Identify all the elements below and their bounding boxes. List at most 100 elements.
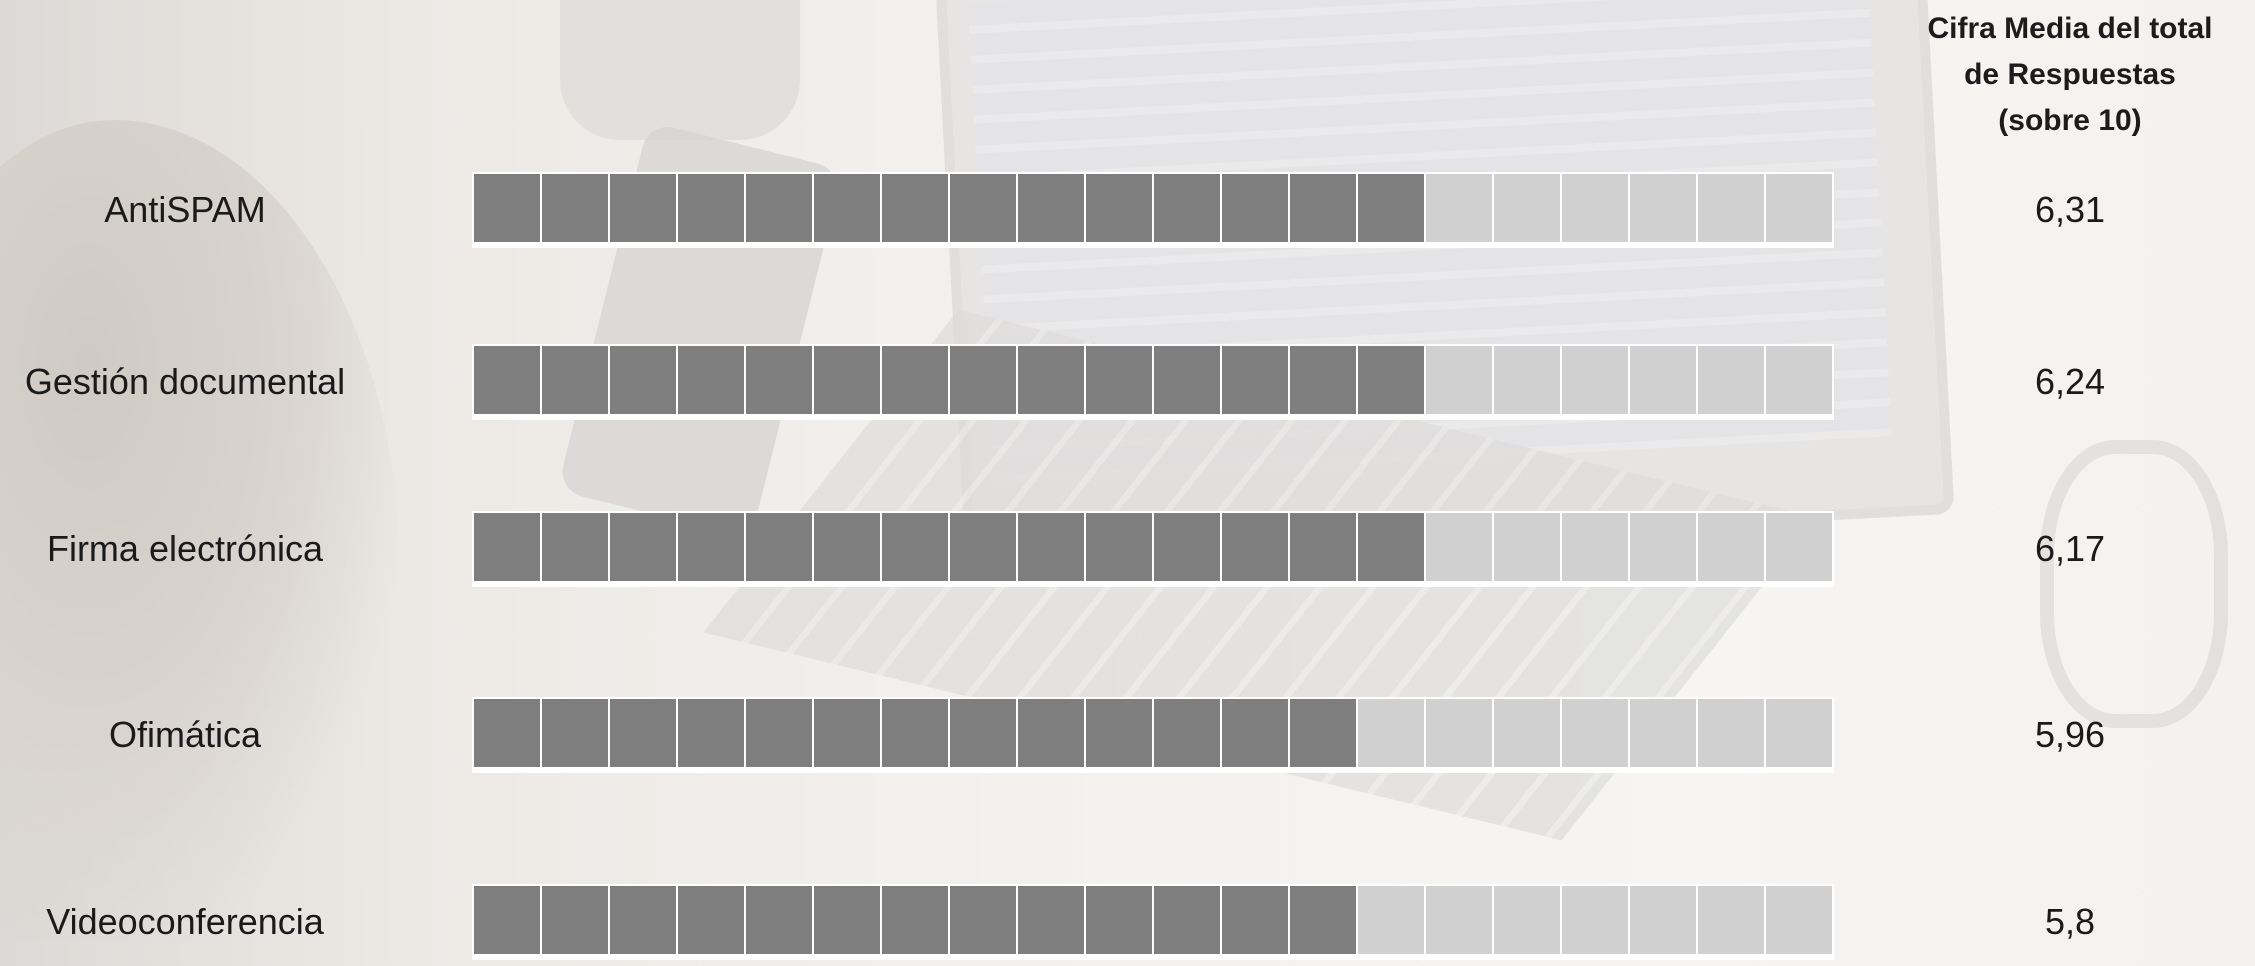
bar-segment-filled bbox=[814, 174, 880, 242]
bar-segment-filled bbox=[746, 174, 812, 242]
bar-segment-filled bbox=[1086, 174, 1152, 242]
bar-segment-filled bbox=[950, 699, 1016, 767]
segmented-bar bbox=[472, 172, 1834, 248]
bar-segment-filled bbox=[882, 174, 948, 242]
value-label: 6,24 bbox=[2034, 361, 2106, 402]
bar-segment-filled bbox=[1222, 699, 1288, 767]
bar-segment-filled bbox=[1018, 346, 1084, 414]
bar-segment-filled bbox=[1222, 346, 1288, 414]
bar-segment-filled bbox=[474, 513, 540, 581]
bar-segment-filled bbox=[1154, 886, 1220, 954]
bar-segment-filled bbox=[882, 886, 948, 954]
bar-segment-filled bbox=[882, 513, 948, 581]
bar-segment-empty bbox=[1562, 886, 1628, 954]
bar-segment-empty bbox=[1766, 346, 1832, 414]
bar-segment-empty bbox=[1630, 513, 1696, 581]
bar-segment-filled bbox=[610, 174, 676, 242]
bar-segment-filled bbox=[1222, 174, 1288, 242]
category-label: Videoconferencia bbox=[46, 901, 324, 942]
bar-segment-empty bbox=[1494, 886, 1560, 954]
bar-segment-empty bbox=[1494, 346, 1560, 414]
bar-segment-filled bbox=[1018, 174, 1084, 242]
bar-segment-filled bbox=[950, 174, 1016, 242]
bar-segment-filled bbox=[950, 513, 1016, 581]
bar-segment-empty bbox=[1494, 174, 1560, 242]
bar-segment-filled bbox=[1290, 513, 1356, 581]
bar-segment-filled bbox=[814, 886, 880, 954]
bar-segment-filled bbox=[610, 513, 676, 581]
bar-segment-filled bbox=[542, 513, 608, 581]
bar-segment-filled bbox=[814, 699, 880, 767]
background-photo bbox=[0, 0, 2255, 966]
bar-segment-filled bbox=[1154, 513, 1220, 581]
header-line: (sobre 10) bbox=[1998, 104, 2142, 137]
bar-segment-filled bbox=[882, 346, 948, 414]
header-line: Cifra Media del total bbox=[1927, 12, 2213, 45]
bar-segment-empty bbox=[1562, 346, 1628, 414]
bar-segment-empty bbox=[1562, 513, 1628, 581]
bar-segment-filled bbox=[542, 886, 608, 954]
bar-segment-filled bbox=[1290, 699, 1356, 767]
bar-segment-filled bbox=[950, 886, 1016, 954]
value-label: 6,17 bbox=[2034, 528, 2106, 569]
header-line: de Respuestas bbox=[1964, 58, 2176, 91]
bar-segment-filled bbox=[1154, 346, 1220, 414]
bar-segment-empty bbox=[1630, 174, 1696, 242]
bar-segment-filled bbox=[1018, 699, 1084, 767]
bar-segment-filled bbox=[678, 886, 744, 954]
value-column-header: Cifra Media del total de Respuestas (sob… bbox=[1890, 6, 2250, 144]
bar-segment-filled bbox=[678, 699, 744, 767]
bar-segment-filled bbox=[1086, 886, 1152, 954]
value-label: 5,96 bbox=[2034, 714, 2106, 755]
bar-segment-filled bbox=[678, 174, 744, 242]
bar-segment-empty bbox=[1630, 346, 1696, 414]
background-cup-shape bbox=[560, 0, 800, 140]
bar-segment-filled bbox=[1222, 886, 1288, 954]
bar-segment-filled bbox=[1018, 886, 1084, 954]
bar-segment-empty bbox=[1426, 513, 1492, 581]
bar-segment-filled bbox=[814, 513, 880, 581]
bar-segment-filled bbox=[1018, 513, 1084, 581]
bar-segment-empty bbox=[1698, 174, 1764, 242]
segmented-bar bbox=[472, 697, 1834, 773]
bar-segment-empty bbox=[1766, 174, 1832, 242]
bar-segment-filled bbox=[1086, 346, 1152, 414]
bar-segment-filled bbox=[678, 346, 744, 414]
category-label: Firma electrónica bbox=[46, 528, 324, 569]
bar-segment-filled bbox=[746, 699, 812, 767]
bar-segment-empty bbox=[1358, 886, 1424, 954]
bar-segment-empty bbox=[1494, 699, 1560, 767]
category-label: Ofimática bbox=[108, 714, 262, 755]
bar-segment-filled bbox=[746, 513, 812, 581]
bar-segment-empty bbox=[1426, 174, 1492, 242]
bar-segment-filled bbox=[610, 346, 676, 414]
bar-segment-empty bbox=[1698, 346, 1764, 414]
bar-segment-empty bbox=[1698, 699, 1764, 767]
bar-segment-empty bbox=[1562, 699, 1628, 767]
bar-segment-filled bbox=[746, 346, 812, 414]
bar-segment-filled bbox=[882, 699, 948, 767]
bar-segment-empty bbox=[1766, 886, 1832, 954]
bar-segment-filled bbox=[678, 513, 744, 581]
bar-segment-empty bbox=[1358, 699, 1424, 767]
bar-segment-empty bbox=[1698, 886, 1764, 954]
category-label: AntiSPAM bbox=[104, 189, 266, 230]
bar-segment-filled bbox=[950, 346, 1016, 414]
bar-segment-filled bbox=[474, 699, 540, 767]
bar-segment-filled bbox=[542, 174, 608, 242]
bar-segment-filled bbox=[1086, 699, 1152, 767]
segmented-bar bbox=[472, 344, 1834, 420]
bar-segment-empty bbox=[1698, 513, 1764, 581]
bar-segment-filled bbox=[1358, 513, 1424, 581]
bar-segment-filled bbox=[474, 174, 540, 242]
bar-segment-filled bbox=[610, 886, 676, 954]
bar-segment-filled bbox=[1290, 886, 1356, 954]
background-glasses-shape bbox=[2040, 440, 2228, 728]
bar-segment-filled bbox=[814, 346, 880, 414]
bar-segment-filled bbox=[1154, 699, 1220, 767]
segmented-bar bbox=[472, 511, 1834, 587]
value-label: 5,8 bbox=[2044, 901, 2096, 942]
bar-segment-filled bbox=[1154, 174, 1220, 242]
bar-segment-filled bbox=[1358, 174, 1424, 242]
bar-segment-filled bbox=[746, 886, 812, 954]
